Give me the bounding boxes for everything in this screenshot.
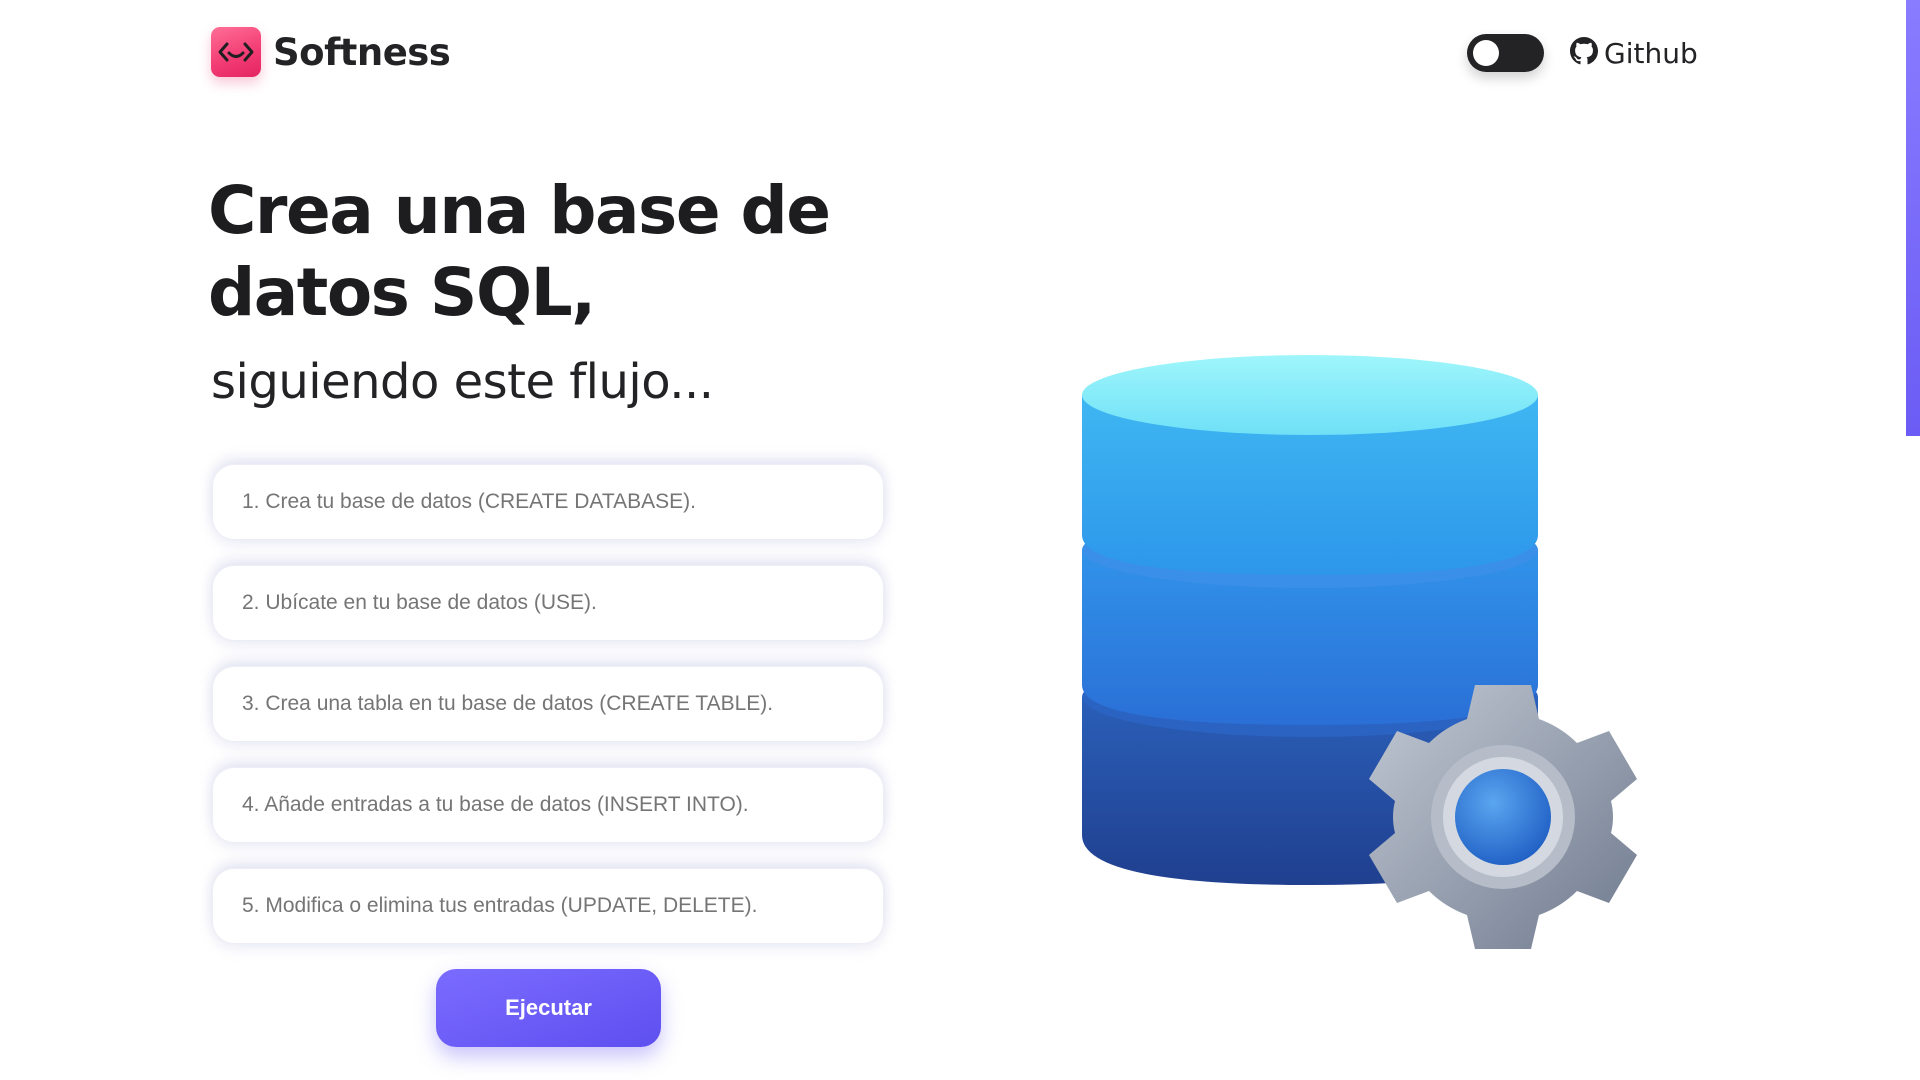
page-subtitle: siguiendo este flujo... (211, 354, 714, 410)
github-label: Github (1604, 36, 1698, 70)
page-scrollbar[interactable] (1906, 0, 1920, 436)
sql-steps-list (212, 464, 884, 969)
step-input-create-table[interactable] (212, 666, 884, 742)
step-input-use[interactable] (212, 565, 884, 641)
smile-code-icon (211, 27, 261, 77)
page-title: Crea una base de datos SQL, (208, 172, 831, 331)
database-gear-icon (1060, 350, 1660, 970)
step-input-insert-into[interactable] (212, 767, 884, 843)
step-input-update-delete[interactable] (212, 868, 884, 944)
run-button[interactable]: Ejecutar (436, 969, 661, 1047)
github-icon (1570, 37, 1598, 69)
brand-logo[interactable]: Softness (211, 27, 451, 77)
github-link[interactable]: Github (1570, 34, 1698, 72)
brand-name: Softness (273, 30, 451, 74)
step-input-create-database[interactable] (212, 464, 884, 540)
theme-toggle[interactable] (1467, 34, 1544, 72)
toggle-knob (1473, 40, 1499, 66)
